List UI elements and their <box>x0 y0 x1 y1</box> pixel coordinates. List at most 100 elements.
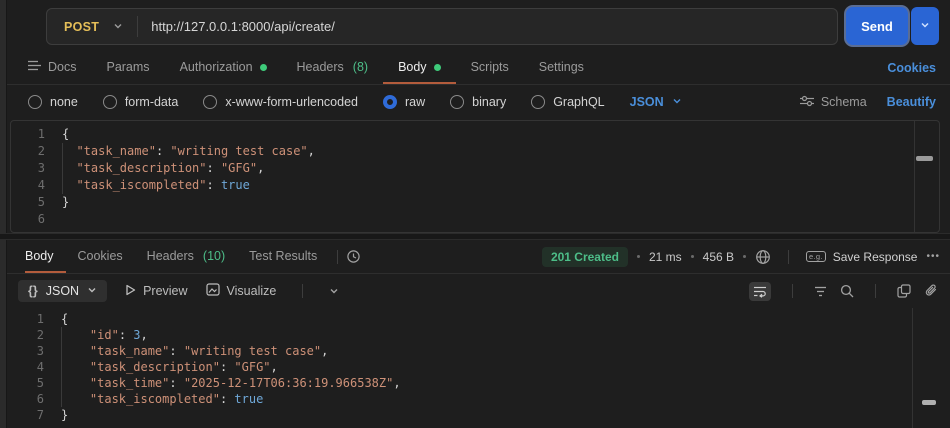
tab-params[interactable]: Params <box>91 52 164 84</box>
copy-icon[interactable] <box>897 284 911 298</box>
chevron-down-icon <box>920 17 930 35</box>
code-line: 2 "id": 3, <box>10 327 940 343</box>
chevron-down-icon <box>672 95 682 109</box>
image-icon <box>205 283 220 299</box>
docs-icon <box>28 60 41 74</box>
mode-raw[interactable]: raw <box>383 95 425 109</box>
dot-separator <box>743 255 747 258</box>
response-time[interactable]: 21 ms <box>649 250 682 264</box>
language-selector[interactable]: JSON <box>630 95 682 109</box>
code-line: 1{ <box>10 311 940 327</box>
code-text: "task_description": "GFG", <box>61 359 278 375</box>
code-text: } <box>62 195 70 209</box>
history-icon[interactable] <box>346 240 361 273</box>
mode-binary[interactable]: binary <box>450 95 506 109</box>
visualize-button[interactable]: Visualize <box>205 283 276 299</box>
line-number: 4 <box>36 360 44 374</box>
viewer-chevron-icon[interactable] <box>329 286 339 296</box>
divider <box>792 284 793 298</box>
status-dot <box>259 63 267 71</box>
response-meta: 201 Created 21 ms 456 B e.g. Save Respon… <box>541 240 940 273</box>
response-tab-headers[interactable]: Headers (10) <box>135 240 237 273</box>
line-number: 3 <box>37 161 45 175</box>
search-icon[interactable] <box>840 284 854 298</box>
request-tabs: Docs Params Authorization Headers (8) Bo… <box>7 52 950 85</box>
tab-headers[interactable]: Headers (8) <box>282 52 384 84</box>
code-line: 3 "task_description": "GFG", <box>11 160 939 177</box>
code-line: 6 <box>11 211 939 228</box>
response-body-viewer[interactable]: 1{2 "id": 3, 3 "task_name": "writing test… <box>10 308 940 428</box>
mode-graphql[interactable]: GraphQL <box>531 95 605 109</box>
cookies-link[interactable]: Cookies <box>887 52 936 84</box>
dot-separator <box>690 255 694 258</box>
scrollbar-track <box>914 121 915 232</box>
status-badge[interactable]: 201 Created <box>541 246 628 267</box>
schema-button[interactable]: Schema <box>799 95 867 110</box>
radio-icon <box>531 95 546 109</box>
filter-icon[interactable] <box>814 286 827 297</box>
code-line: 3 "task_name": "writing test case", <box>10 343 940 359</box>
request-editor-lines: 1{2 "task_name": "writing test case", 3 "… <box>11 126 939 228</box>
scrollbar-thumb[interactable] <box>922 400 936 405</box>
tab-scripts[interactable]: Scripts <box>456 52 524 84</box>
code-text: { <box>61 312 69 326</box>
method-selector[interactable]: POST <box>47 18 137 36</box>
tab-docs[interactable]: Docs <box>28 52 91 84</box>
pane-splitter[interactable] <box>0 233 950 240</box>
response-toolbar-icons <box>749 275 938 307</box>
tab-settings[interactable]: Settings <box>524 52 599 84</box>
mode-form-data[interactable]: form-data <box>102 95 178 109</box>
preview-button[interactable]: Preview <box>125 284 188 299</box>
tab-body[interactable]: Body <box>383 52 456 84</box>
left-edge-strip <box>0 0 7 428</box>
code-text: "task_time": "2025-12-17T06:36:19.966538… <box>61 375 401 391</box>
body-mode-actions: Schema Beautify <box>799 86 936 118</box>
code-text: "task_description": "GFG", <box>62 160 264 177</box>
radio-icon <box>450 95 465 109</box>
line-number: 5 <box>37 195 45 209</box>
play-icon <box>125 284 136 299</box>
status-dot <box>433 63 441 71</box>
divider <box>875 284 876 298</box>
code-text: } <box>61 408 69 422</box>
scrollbar-track <box>912 308 913 428</box>
send-button[interactable]: Send <box>846 7 908 45</box>
beautify-button[interactable]: Beautify <box>887 95 936 109</box>
response-tab-cookies[interactable]: Cookies <box>66 240 135 273</box>
line-number: 4 <box>37 178 45 192</box>
send-options-button[interactable] <box>911 7 939 45</box>
mode-none[interactable]: none <box>28 95 78 109</box>
scrollbar-thumb[interactable] <box>916 156 933 161</box>
radio-selected-icon <box>383 95 397 109</box>
code-line: 7} <box>10 407 940 423</box>
url-input[interactable]: http://127.0.0.1:8000/api/create/ <box>138 19 335 34</box>
divider <box>337 249 339 264</box>
wrap-text-icon[interactable] <box>749 281 771 301</box>
json-braces-icon: {} <box>28 284 38 298</box>
line-number: 1 <box>36 312 44 326</box>
response-size[interactable]: 456 B <box>703 250 734 264</box>
code-line: 4 "task_iscompleted": true <box>11 177 939 194</box>
line-number: 2 <box>36 328 44 342</box>
chevron-down-icon <box>87 284 97 298</box>
code-text: "id": 3, <box>61 327 148 343</box>
link-icon[interactable] <box>924 284 938 298</box>
response-tab-body[interactable]: Body <box>25 240 66 273</box>
divider <box>788 249 790 264</box>
postman-request-view: POST http://127.0.0.1:8000/api/create/ S… <box>0 0 950 428</box>
mode-urlencoded[interactable]: x-www-form-urlencoded <box>203 95 358 109</box>
code-line: 4 "task_description": "GFG", <box>10 359 940 375</box>
divider <box>302 284 304 298</box>
more-actions-icon[interactable]: ••• <box>926 251 940 262</box>
chevron-down-icon <box>113 18 123 36</box>
line-number: 5 <box>36 376 44 390</box>
globe-icon[interactable] <box>755 249 771 265</box>
code-line: 5} <box>11 194 939 211</box>
code-text: "task_iscompleted": true <box>61 391 263 407</box>
tab-authorization[interactable]: Authorization <box>165 52 282 84</box>
request-body-editor[interactable]: 1{2 "task_name": "writing test case", 3 "… <box>10 120 940 233</box>
response-format-selector[interactable]: {} JSON <box>18 280 108 302</box>
code-text: "task_name": "writing test case", <box>61 343 328 359</box>
save-response-button[interactable]: e.g. Save Response <box>806 250 917 264</box>
response-tab-test-results[interactable]: Test Results <box>237 240 329 273</box>
